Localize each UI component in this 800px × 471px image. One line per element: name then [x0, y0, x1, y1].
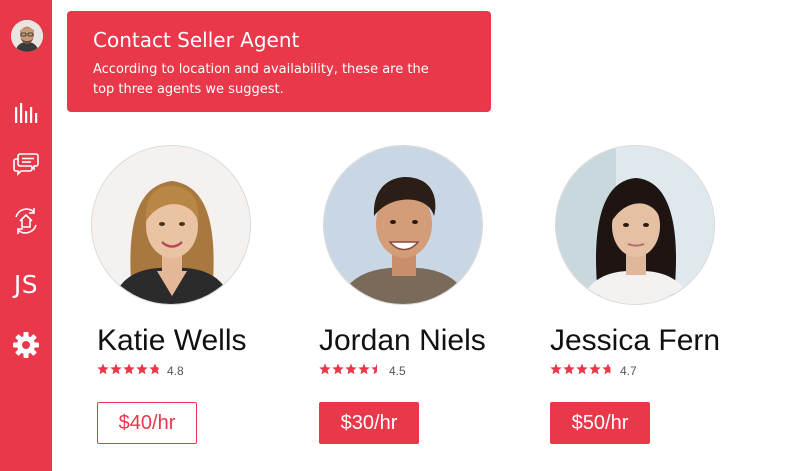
- rating-value: 4.8: [167, 364, 184, 378]
- agent-name: Jessica Fern: [550, 324, 721, 357]
- agent-card-katie: Katie Wells 4.8 $40/hr: [0, 0, 251, 471]
- agent-name: Katie Wells: [97, 324, 247, 357]
- agent-card-jordan: Jordan Niels 4.5 $30/hr: [230, 0, 486, 471]
- price-button[interactable]: $40/hr: [97, 402, 197, 444]
- agent-rating: 4.5: [319, 362, 406, 380]
- agent-rating: 4.7: [550, 362, 637, 380]
- price-button[interactable]: $30/hr: [319, 402, 419, 444]
- star-icon: [589, 362, 601, 380]
- star-rating: [550, 362, 614, 380]
- star-rating: [97, 362, 161, 380]
- star-icon: [345, 362, 357, 380]
- agent-photo[interactable]: [91, 145, 251, 305]
- star-icon: [97, 362, 109, 380]
- rating-value: 4.7: [620, 364, 637, 378]
- star-icon: [358, 362, 370, 380]
- star-icon: [149, 362, 161, 380]
- star-icon: [576, 362, 588, 380]
- rating-value: 4.5: [389, 364, 406, 378]
- agent-card-jessica: Jessica Fern 4.7 $50/hr: [460, 0, 720, 471]
- price-button[interactable]: $50/hr: [550, 402, 650, 444]
- agent-photo[interactable]: [323, 145, 483, 305]
- star-icon: [550, 362, 562, 380]
- agent-rating: 4.8: [97, 362, 184, 380]
- star-icon: [332, 362, 344, 380]
- star-icon: [110, 362, 122, 380]
- star-icon: [602, 362, 614, 380]
- star-rating: [319, 362, 383, 380]
- star-icon: [563, 362, 575, 380]
- agent-photo[interactable]: [555, 145, 715, 305]
- star-icon: [123, 362, 135, 380]
- star-icon: [319, 362, 331, 380]
- star-icon: [371, 362, 383, 380]
- star-icon: [136, 362, 148, 380]
